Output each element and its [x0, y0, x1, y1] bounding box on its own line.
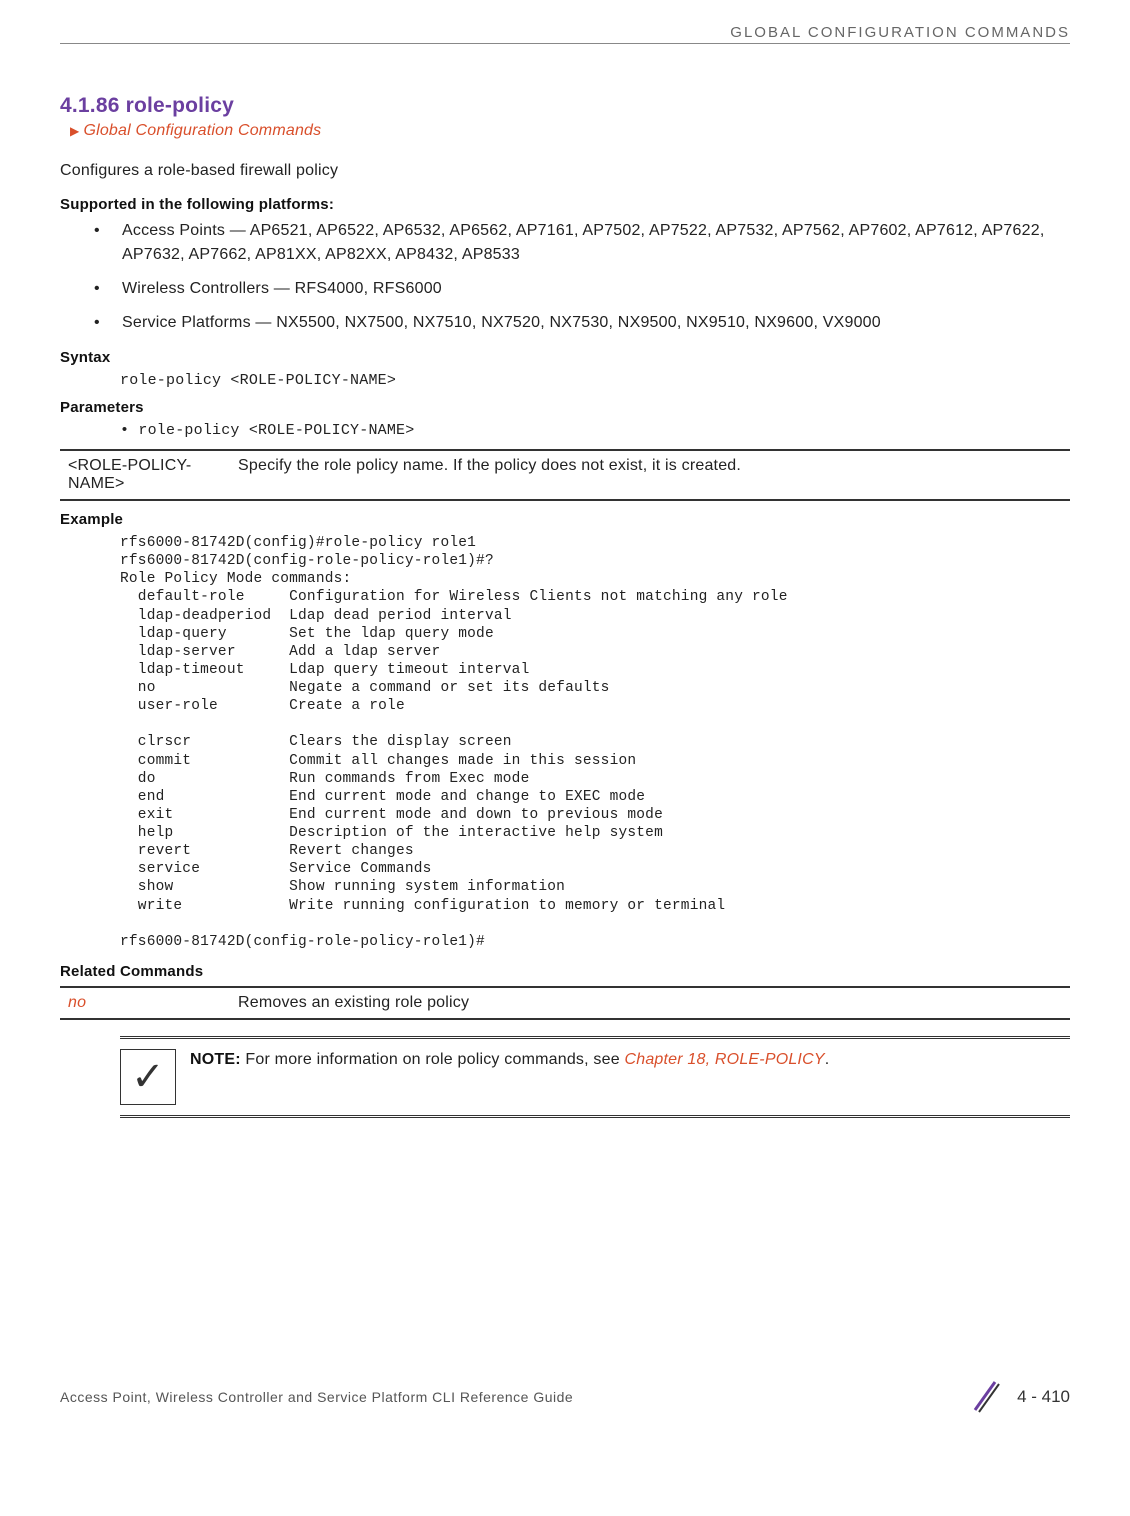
- example-code: rfs6000-81742D(config)#role-policy role1…: [120, 534, 1070, 951]
- note-link[interactable]: Chapter 18, ROLE-POLICY: [624, 1051, 824, 1068]
- note-label: NOTE:: [190, 1051, 241, 1068]
- note-after: .: [825, 1051, 830, 1068]
- related-cmd[interactable]: no: [60, 987, 230, 1019]
- related-table: no Removes an existing role policy: [60, 986, 1070, 1020]
- note-box: ✓ NOTE: For more information on role pol…: [120, 1036, 1070, 1118]
- param-desc: Specify the role policy name. If the pol…: [230, 450, 1070, 500]
- note-text: NOTE: For more information on role polic…: [190, 1049, 829, 1105]
- list-item: Access Points — AP6521, AP6522, AP6532, …: [94, 219, 1070, 267]
- page-number: 4 - 410: [1017, 1387, 1070, 1407]
- caret-right-icon: ▶: [70, 124, 79, 138]
- header-right-text: GLOBAL CONFIGURATION COMMANDS: [730, 24, 1070, 41]
- supported-heading: Supported in the following platforms:: [60, 196, 1070, 213]
- parameters-bullet: • role-policy <ROLE-POLICY-NAME>: [120, 422, 1070, 439]
- section-title: 4.1.86 role-policy: [60, 94, 1070, 118]
- related-link[interactable]: no: [68, 994, 86, 1011]
- footer: Access Point, Wireless Controller and Se…: [60, 1378, 1070, 1417]
- footer-left: Access Point, Wireless Controller and Se…: [60, 1389, 573, 1405]
- parameters-heading: Parameters: [60, 399, 1070, 416]
- page-header: GLOBAL CONFIGURATION COMMANDS: [60, 24, 1070, 44]
- table-row: no Removes an existing role policy: [60, 987, 1070, 1019]
- checkmark-icon: ✓: [120, 1049, 176, 1105]
- parameter-table: <ROLE-POLICY-NAME> Specify the role poli…: [60, 449, 1070, 501]
- related-heading: Related Commands: [60, 963, 1070, 980]
- related-desc: Removes an existing role policy: [230, 987, 1070, 1019]
- table-row: <ROLE-POLICY-NAME> Specify the role poli…: [60, 450, 1070, 500]
- list-item: Wireless Controllers — RFS4000, RFS6000: [94, 277, 1070, 301]
- platform-list: Access Points — AP6521, AP6522, AP6532, …: [94, 219, 1070, 335]
- slash-icon: [967, 1378, 1003, 1417]
- syntax-heading: Syntax: [60, 349, 1070, 366]
- list-item: Service Platforms — NX5500, NX7500, NX75…: [94, 311, 1070, 335]
- syntax-code: role-policy <ROLE-POLICY-NAME>: [120, 372, 1070, 389]
- param-name: <ROLE-POLICY-NAME>: [60, 450, 230, 500]
- example-heading: Example: [60, 511, 1070, 528]
- breadcrumb[interactable]: ▶ Global Configuration Commands: [70, 122, 1070, 140]
- intro-text: Configures a role-based firewall policy: [60, 162, 1070, 180]
- note-before: For more information on role policy comm…: [241, 1051, 625, 1068]
- breadcrumb-text: Global Configuration Commands: [83, 122, 321, 139]
